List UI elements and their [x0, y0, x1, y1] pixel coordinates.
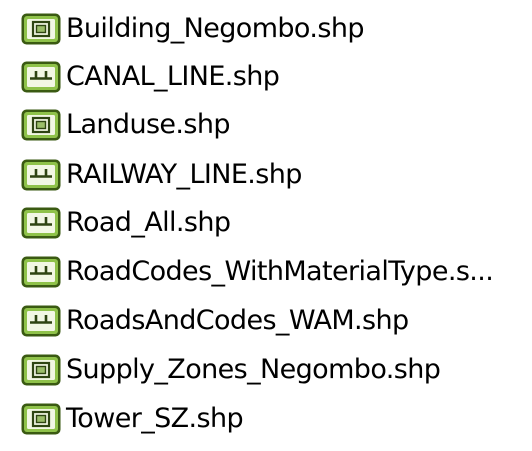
list-item-supply-zones-negombo[interactable]: Supply_Zones_Negombo.shp [20, 348, 441, 392]
list-item-road-all[interactable]: Road_All.shp [20, 201, 231, 245]
line-layer-icon [21, 256, 61, 288]
list-item-roadcodes-withmaterialtype[interactable]: RoadCodes_WithMaterialType.s... [20, 250, 494, 294]
shapefile-list: Building_Negombo.shp CANAL_LINE.shp Land… [0, 0, 532, 451]
list-item-building-negombo[interactable]: Building_Negombo.shp [20, 7, 364, 51]
file-name: RAILWAY_LINE.shp [66, 159, 302, 190]
list-item-roadsandcodes-wam[interactable]: RoadsAndCodes_WAM.shp [20, 299, 409, 343]
list-item-railway-line[interactable]: RAILWAY_LINE.shp [20, 153, 302, 197]
line-layer-icon [21, 61, 61, 93]
file-name: Building_Negombo.shp [66, 13, 364, 44]
file-name: CANAL_LINE.shp [66, 61, 280, 92]
polygon-layer-icon [21, 403, 61, 435]
file-name: Supply_Zones_Negombo.shp [66, 354, 441, 385]
file-name: Landuse.shp [66, 109, 231, 140]
polygon-layer-icon [21, 109, 61, 141]
list-item-landuse[interactable]: Landuse.shp [20, 103, 231, 147]
line-layer-icon [21, 159, 61, 191]
list-item-tower-sz[interactable]: Tower_SZ.shp [20, 397, 244, 441]
polygon-layer-icon [21, 354, 61, 386]
line-layer-icon [21, 207, 61, 239]
polygon-layer-icon [21, 13, 61, 45]
list-item-canal-line[interactable]: CANAL_LINE.shp [20, 55, 280, 99]
file-name: Tower_SZ.shp [66, 403, 244, 434]
line-layer-icon [21, 305, 61, 337]
file-name: RoadsAndCodes_WAM.shp [66, 305, 409, 336]
file-name: Road_All.shp [66, 207, 231, 238]
file-name: RoadCodes_WithMaterialType.s... [66, 256, 494, 287]
